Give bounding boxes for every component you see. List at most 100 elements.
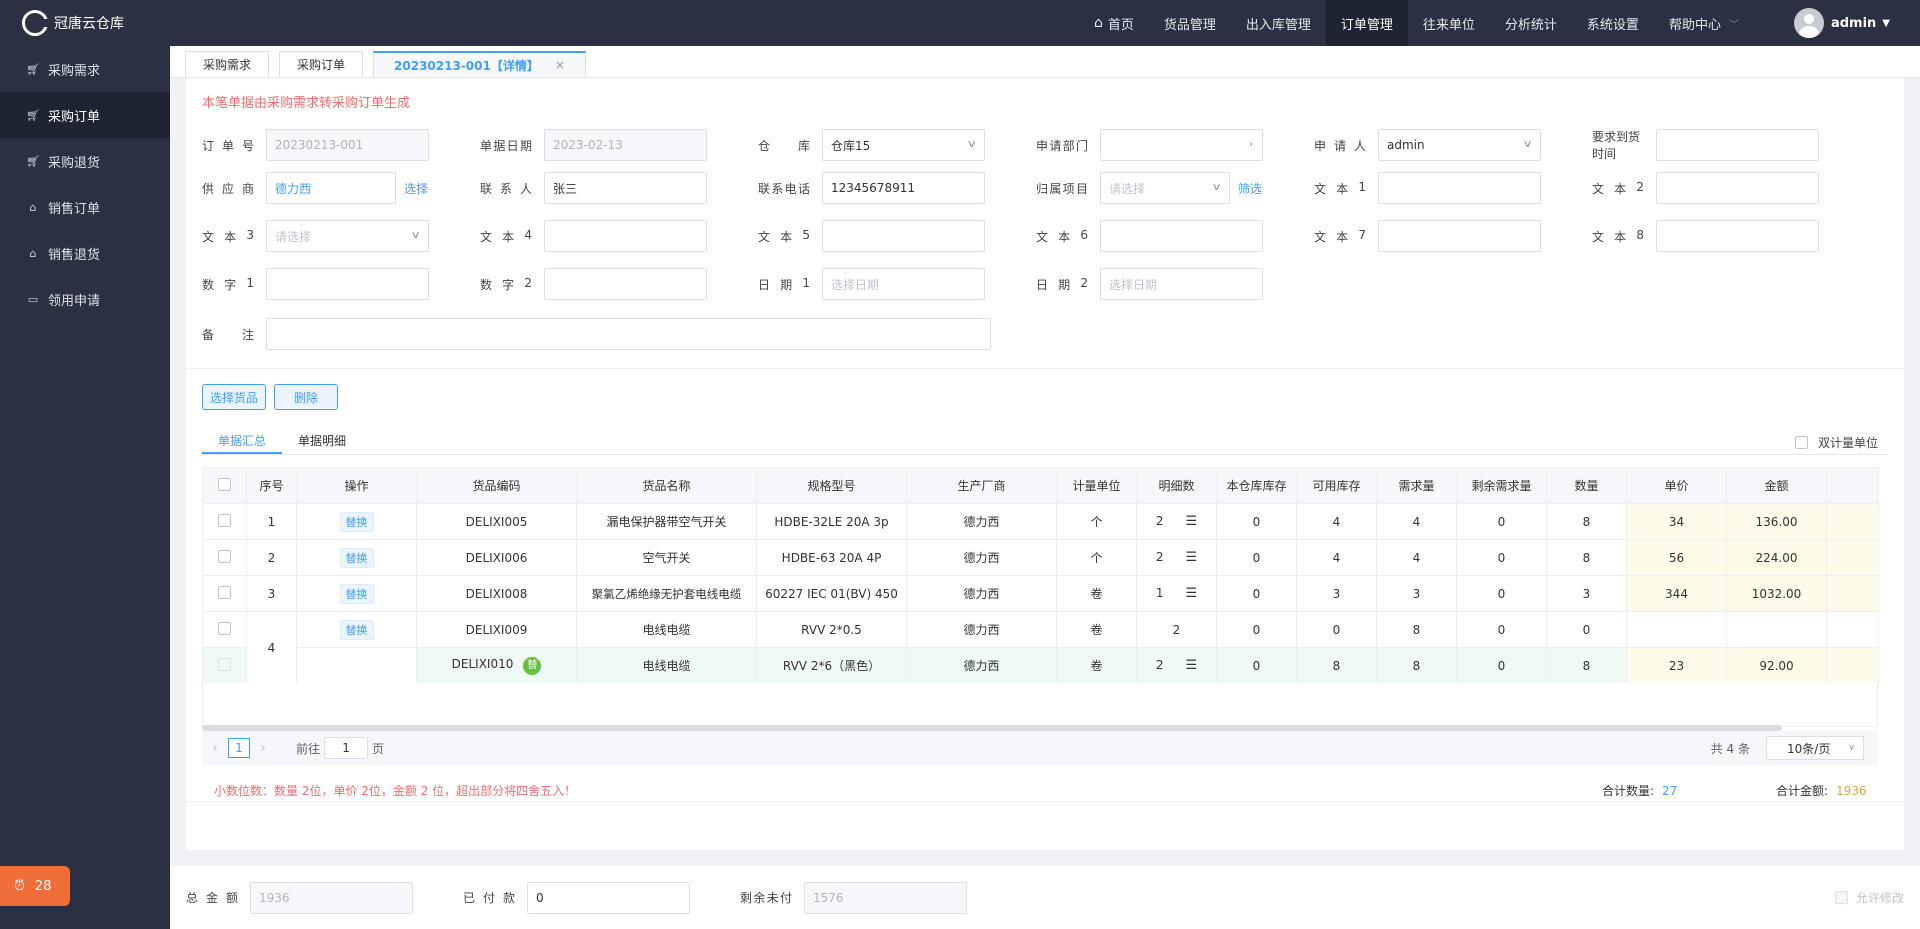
topnav-help[interactable]: 帮助中心 ﹀	[1654, 0, 1754, 46]
row-select[interactable]	[202, 503, 247, 540]
table-row[interactable]: 1 替换 DELIXI005 漏电保护器带空气开关 HDBE-32LE 20A …	[202, 503, 1879, 540]
tab-details[interactable]: 单据明细	[282, 428, 362, 454]
sidebar-item-sales-order[interactable]: ⌂ 销售订单	[0, 184, 170, 230]
cell-amount[interactable]: 92.00	[1726, 647, 1827, 684]
app-brand[interactable]: 冠唐云仓库	[0, 0, 170, 46]
text8-field[interactable]	[1656, 220, 1819, 252]
cell-qty[interactable]: 0	[1546, 611, 1627, 648]
topnav-inout[interactable]: 出入库管理	[1231, 0, 1326, 46]
goto-page-input[interactable]: 1	[324, 737, 369, 759]
cell-price[interactable]: 34	[1626, 503, 1727, 540]
cell-qty[interactable]: 3	[1546, 575, 1627, 612]
tab-purchase-order[interactable]: 采购订单	[279, 51, 364, 77]
row-select[interactable]	[202, 611, 247, 648]
remark-field[interactable]	[266, 318, 991, 350]
replace-button[interactable]: 替换	[339, 619, 374, 640]
tab-purchase-demand[interactable]: 采购需求	[185, 51, 270, 77]
supplier-select-link[interactable]: 选择	[404, 180, 428, 197]
topnav-settings[interactable]: 系统设置	[1572, 0, 1654, 46]
text6-field[interactable]	[1100, 220, 1263, 252]
cell-amount[interactable]: 136.00	[1726, 503, 1827, 540]
cell-qty[interactable]: 8	[1546, 503, 1627, 540]
list-icon[interactable]: ☰	[1185, 514, 1197, 529]
dept-select[interactable]: ›	[1100, 129, 1263, 161]
list-icon[interactable]: ☰	[1185, 586, 1197, 601]
close-icon[interactable]: ×	[555, 58, 565, 72]
row-checkbox[interactable]	[218, 549, 231, 563]
row-select[interactable]	[202, 647, 247, 684]
sidebar-item-sales-return[interactable]: ⌂ 销售退货	[0, 230, 170, 276]
sidebar-item-requisition[interactable]: ▭ 领用申请	[0, 276, 170, 322]
footer-paid-field[interactable]: 0	[527, 881, 690, 914]
text2-field[interactable]	[1656, 172, 1819, 204]
cell-price[interactable]: 56	[1626, 539, 1727, 576]
allow-edit-toggle[interactable]: 允许修改	[1834, 889, 1904, 906]
num1-field[interactable]	[266, 268, 429, 300]
list-icon[interactable]: ☰	[1185, 658, 1197, 673]
cell-qty[interactable]: 8	[1546, 539, 1627, 576]
notification-button[interactable]: ⏰︎ 28	[0, 866, 70, 906]
table-row[interactable]: 4 替换 DELIXI009 电线电缆 RVV 2*0.5 德力西 卷 2 0 …	[202, 611, 1879, 684]
contact-field[interactable]: 张三	[544, 172, 707, 204]
page-size-select[interactable]: 10条/页 ∨	[1766, 736, 1864, 760]
topnav-orders[interactable]: 订单管理	[1325, 0, 1408, 46]
text7-field[interactable]	[1378, 220, 1541, 252]
num2-field[interactable]	[544, 268, 707, 300]
cell-qty[interactable]: 8	[1546, 647, 1627, 684]
project-filter-link[interactable]: 筛选	[1238, 180, 1262, 197]
prev-page-icon[interactable]: ‹	[202, 740, 228, 756]
delete-button[interactable]: 删除	[274, 384, 338, 410]
table-row[interactable]: 3 替换 DELIXI008 聚氯乙烯绝缘无护套电线电缆 60227 IEC 0…	[202, 575, 1879, 612]
cell-amount[interactable]: 1032.00	[1726, 575, 1827, 612]
tab-summary[interactable]: 单据汇总	[202, 428, 283, 454]
table-row[interactable]: 2 替换 DELIXI006 空气开关 HDBE-63 20A 4P 德力西 个…	[202, 539, 1879, 576]
select-goods-button[interactable]: 选择货品	[202, 384, 266, 410]
replace-button[interactable]: 替换	[339, 547, 374, 568]
date2-picker[interactable]: 选择日期	[1100, 268, 1263, 300]
allow-edit-checkbox[interactable]	[1834, 891, 1848, 904]
replace-button[interactable]: 替换	[339, 583, 374, 604]
topnav-goods[interactable]: 货品管理	[1149, 0, 1231, 46]
sidebar-item-purchase-order[interactable]: 🛒︎ 采购订单	[0, 92, 170, 138]
replace-button[interactable]: 替换	[339, 511, 374, 532]
cell-amount[interactable]	[1726, 611, 1827, 648]
text4-field[interactable]	[544, 220, 707, 252]
list-icon[interactable]: ☰	[1185, 550, 1197, 565]
table-row-substitute[interactable]: DELIXI010 替 电线电缆 RVV 2*6（黑色） 德力西 卷 2 ☰ 0 8…	[202, 647, 1879, 684]
cell-price[interactable]: 23	[1626, 647, 1727, 684]
topnav-analytics[interactable]: 分析统计	[1490, 0, 1572, 46]
topnav-partners[interactable]: 往来单位	[1408, 0, 1490, 46]
header-select-all[interactable]	[202, 467, 247, 504]
applicant-select[interactable]: admin ∨	[1378, 129, 1541, 161]
next-page-icon[interactable]: ›	[250, 740, 276, 756]
select-all-checkbox[interactable]	[218, 477, 231, 491]
row-checkbox[interactable]	[218, 585, 231, 599]
row-checkbox[interactable]	[218, 513, 231, 527]
sidebar-item-purchase-return[interactable]: 🛒︎ 采购退货	[0, 138, 170, 184]
dual-unit-toggle[interactable]: 双计量单位	[1794, 434, 1878, 451]
text1-field[interactable]	[1378, 172, 1541, 204]
cell-price[interactable]: 344	[1626, 575, 1727, 612]
dual-unit-checkbox[interactable]	[1794, 436, 1808, 449]
page-number[interactable]: 1	[228, 738, 250, 758]
supplier-field[interactable]: 德力西	[266, 172, 396, 204]
date1-picker[interactable]: 选择日期	[822, 268, 985, 300]
text5-field[interactable]	[822, 220, 985, 252]
row-select[interactable]	[202, 539, 247, 576]
row-checkbox[interactable]	[218, 657, 231, 671]
cell-extra	[1826, 611, 1879, 648]
cell-price[interactable]	[1626, 611, 1727, 648]
tab-order-detail[interactable]: 20230213-001【详情】 ×	[373, 51, 586, 77]
row-checkbox[interactable]	[218, 621, 231, 635]
topnav-home[interactable]: ⌂ 首页	[1079, 0, 1149, 46]
row-select[interactable]	[202, 575, 247, 612]
phone-field[interactable]: 12345678911	[822, 172, 985, 204]
cell-amount[interactable]: 224.00	[1726, 539, 1827, 576]
arrival-date-field[interactable]	[1656, 129, 1819, 161]
text3-select[interactable]: 请选择 ∨	[266, 220, 429, 252]
sidebar-item-purchase-demand[interactable]: 🛒︎ 采购需求	[0, 46, 170, 92]
project-select[interactable]: 请选择 ∨	[1100, 172, 1230, 204]
warehouse-select[interactable]: 仓库15 ∨	[822, 129, 985, 161]
allow-edit-label: 允许修改	[1855, 891, 1904, 905]
user-menu[interactable]: admin ▼	[1793, 8, 1890, 38]
